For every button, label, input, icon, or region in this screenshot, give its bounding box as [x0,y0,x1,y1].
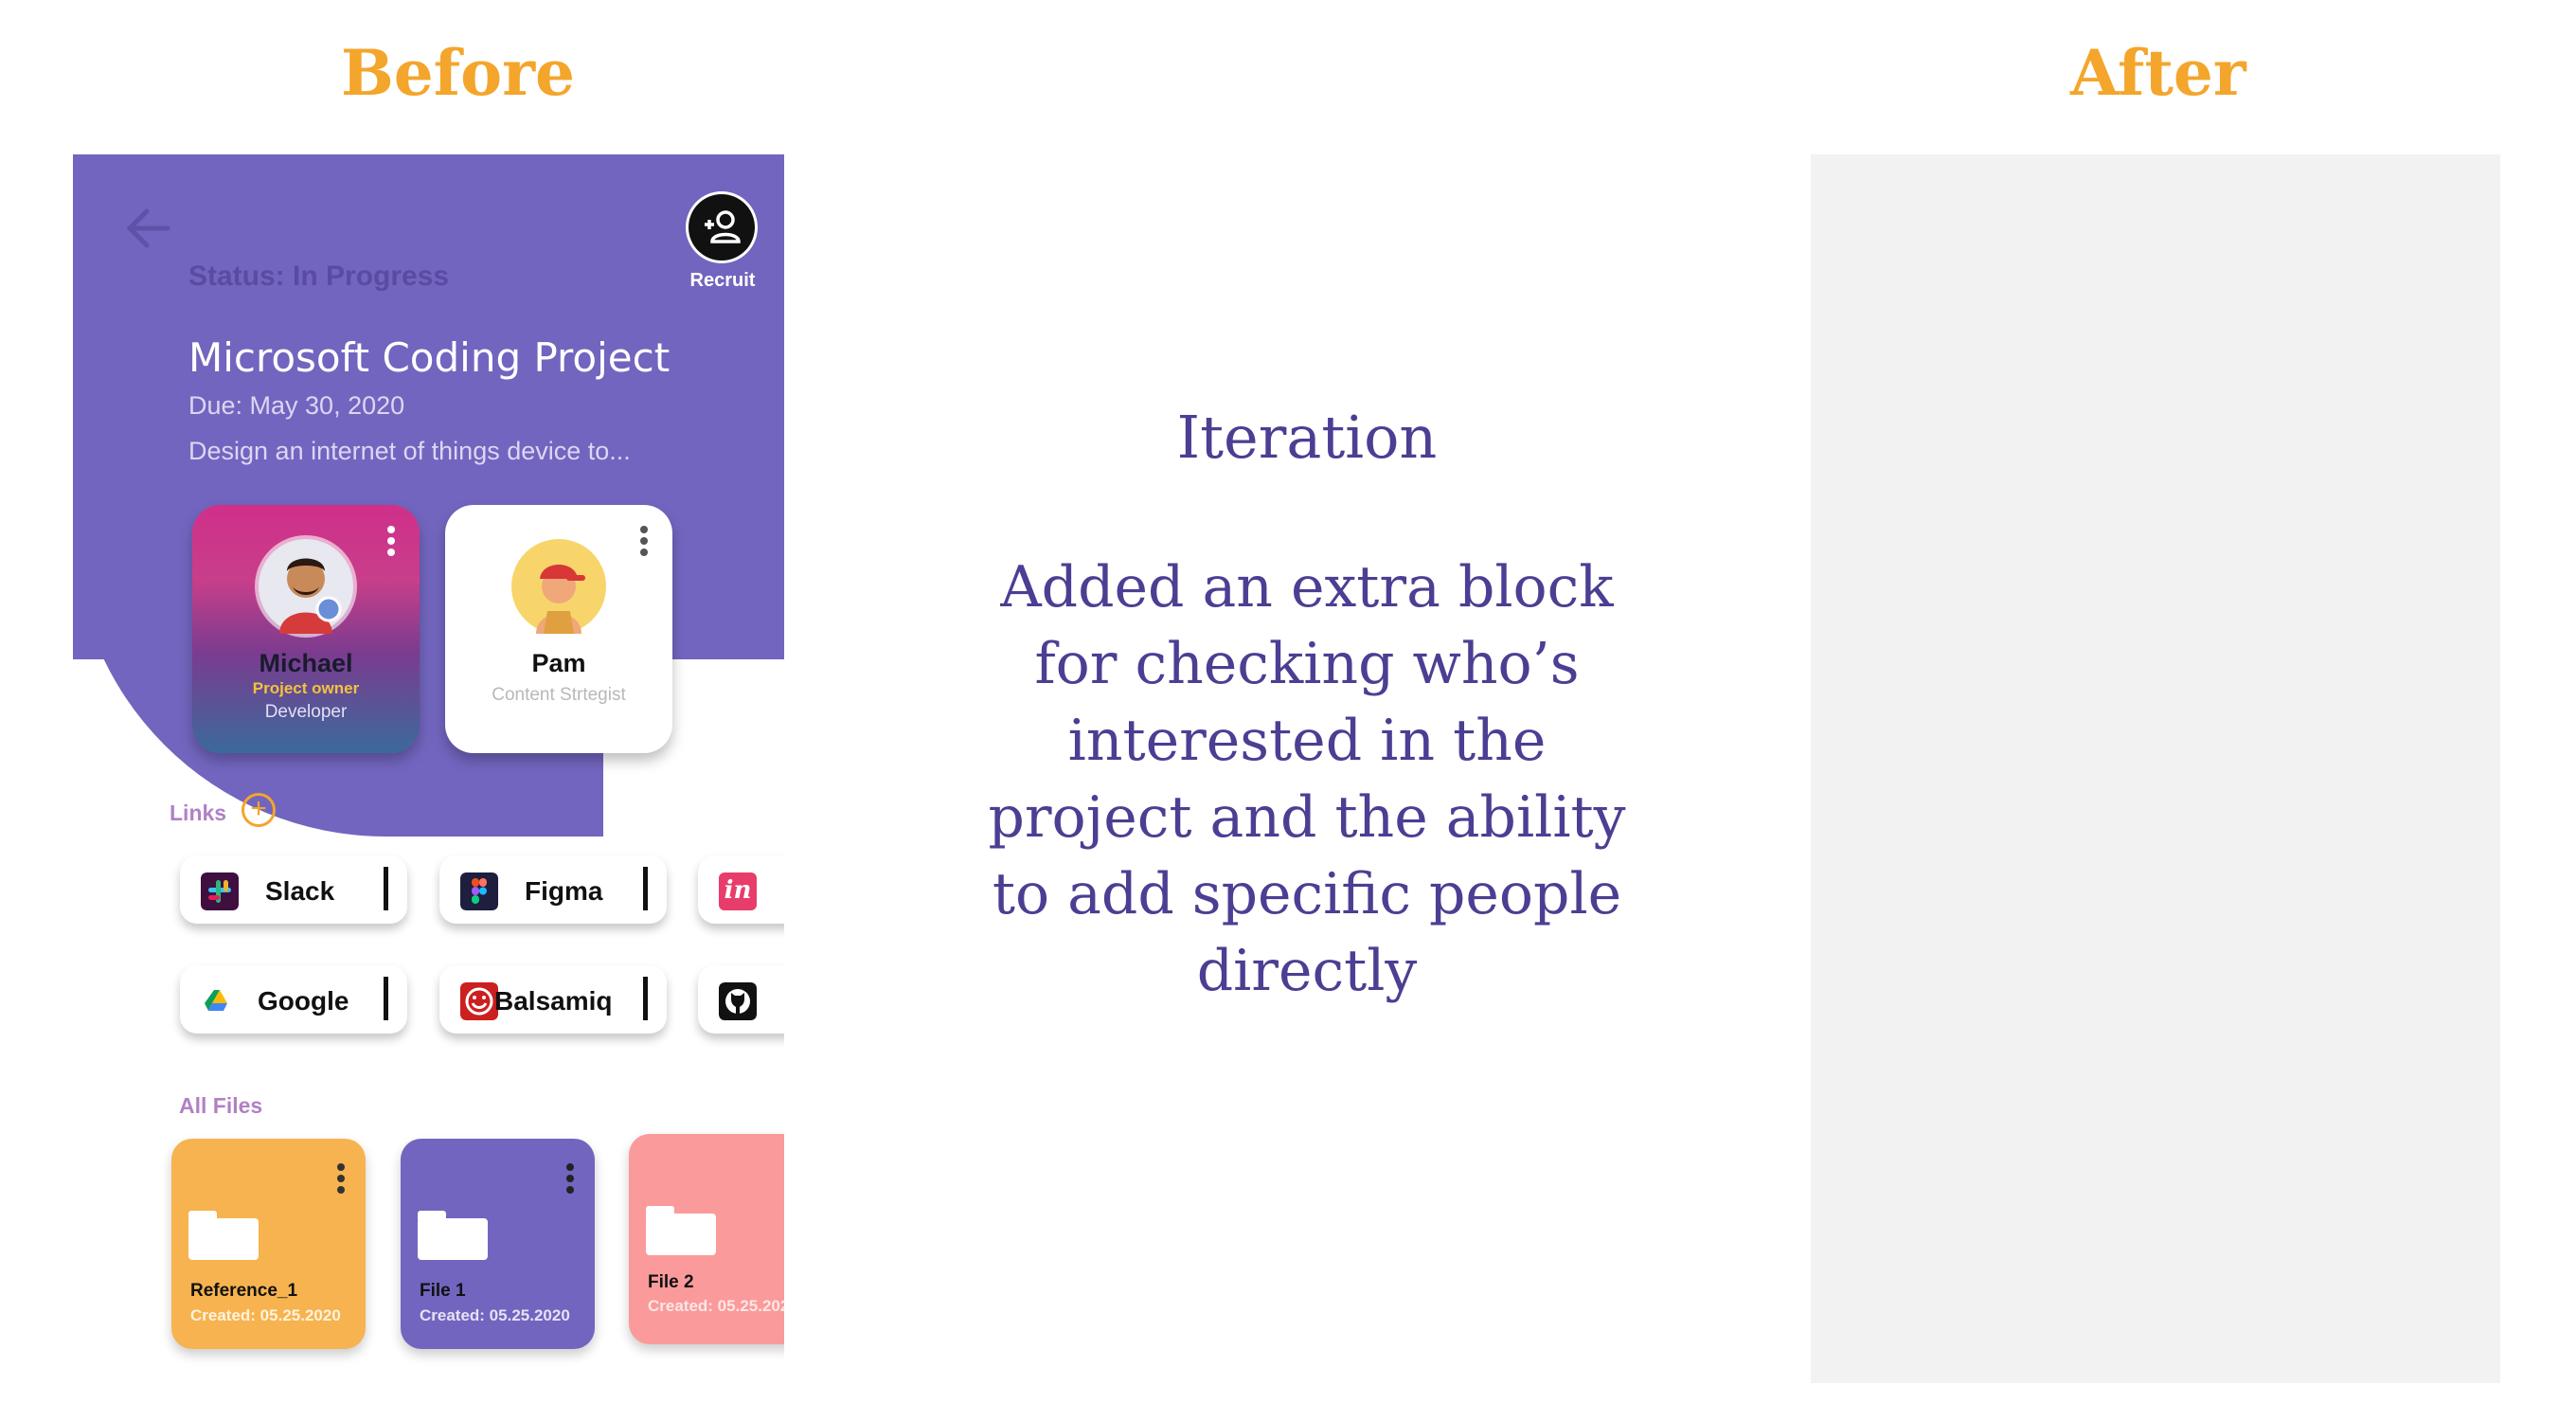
links-label: Links [170,800,227,825]
member-card-michael[interactable]: Michael Project owner Developer [192,505,420,753]
back-arrow-icon[interactable] [120,200,177,257]
recruit-button[interactable]: Recruit [675,194,770,298]
file-name: Reference_1 [190,1281,298,1301]
project-description: Design an internet of things device to..… [188,437,631,465]
divider [643,867,648,910]
link-figma[interactable]: Figma [439,855,667,924]
file-name: File 1 [420,1281,466,1301]
link-name: Figma [525,876,603,906]
link-google[interactable]: Google [180,965,407,1034]
more-options-icon[interactable] [337,1163,347,1196]
file-created-date: Created: 05.25.2020 [648,1297,784,1315]
google-drive-logo-icon [205,990,227,1011]
add-link-icon[interactable]: + [242,793,276,827]
folder-icon [646,1206,716,1255]
file-created-date: Created: 05.25.2020 [190,1306,341,1324]
divider [384,977,388,1020]
slack-logo-icon [201,872,239,910]
add-person-icon[interactable] [689,194,755,261]
iteration-description: Added an extra block for checking who’s … [988,554,1626,1004]
folder-icon [418,1211,488,1260]
iteration-title: Iteration [1176,403,1438,472]
avatar [511,539,606,634]
invision-logo-icon: in [719,872,757,910]
member-name: Pam [531,649,586,677]
all-files-label: All Files [179,1093,263,1118]
link-balsamiq[interactable]: Balsamiq [439,965,667,1034]
link-github[interactable] [698,965,784,1034]
after-placeholder [1811,154,2500,1383]
link-slack[interactable]: Slack [180,855,407,924]
file-created-date: Created: 05.25.2020 [420,1306,570,1324]
after-heading: After [2070,36,2246,110]
avatar [259,539,353,634]
member-role-secondary: Developer [264,702,348,722]
before-screen: Status: In Progress Recruit Microsoft Co… [73,154,784,1421]
github-logo-icon [719,982,757,1020]
more-options-icon[interactable] [566,1163,576,1196]
member-name: Michael [259,649,353,677]
project-due-date: Due: May 30, 2020 [188,391,405,420]
member-card-pam[interactable]: Pam Content Strtegist [445,505,672,753]
file-card[interactable]: File 1 Created: 05.25.2020 [401,1139,595,1349]
recruit-label: Recruit [689,270,756,291]
more-options-icon[interactable] [640,526,650,558]
file-card[interactable]: Reference_1 Created: 05.25.2020 [171,1139,366,1349]
figma-logo-icon [460,872,498,910]
link-name: Google [258,986,349,1016]
link-name: Balsamiq [494,986,613,1016]
before-heading: Before [341,36,575,110]
link-invision[interactable]: in [698,855,784,924]
divider [643,977,648,1020]
balsamiq-logo-icon [460,982,498,1020]
link-name: Slack [265,876,335,906]
divider [384,867,388,910]
project-title: Microsoft Coding Project [188,334,671,381]
project-status: Status: In Progress [188,261,450,292]
file-card[interactable]: File 2 Created: 05.25.2020 [629,1134,784,1344]
more-options-icon[interactable] [387,526,397,558]
member-role-primary: Project owner [252,679,360,697]
file-name: File 2 [648,1272,694,1292]
folder-icon [188,1211,259,1260]
member-role-secondary: Content Strtegist [492,685,626,705]
